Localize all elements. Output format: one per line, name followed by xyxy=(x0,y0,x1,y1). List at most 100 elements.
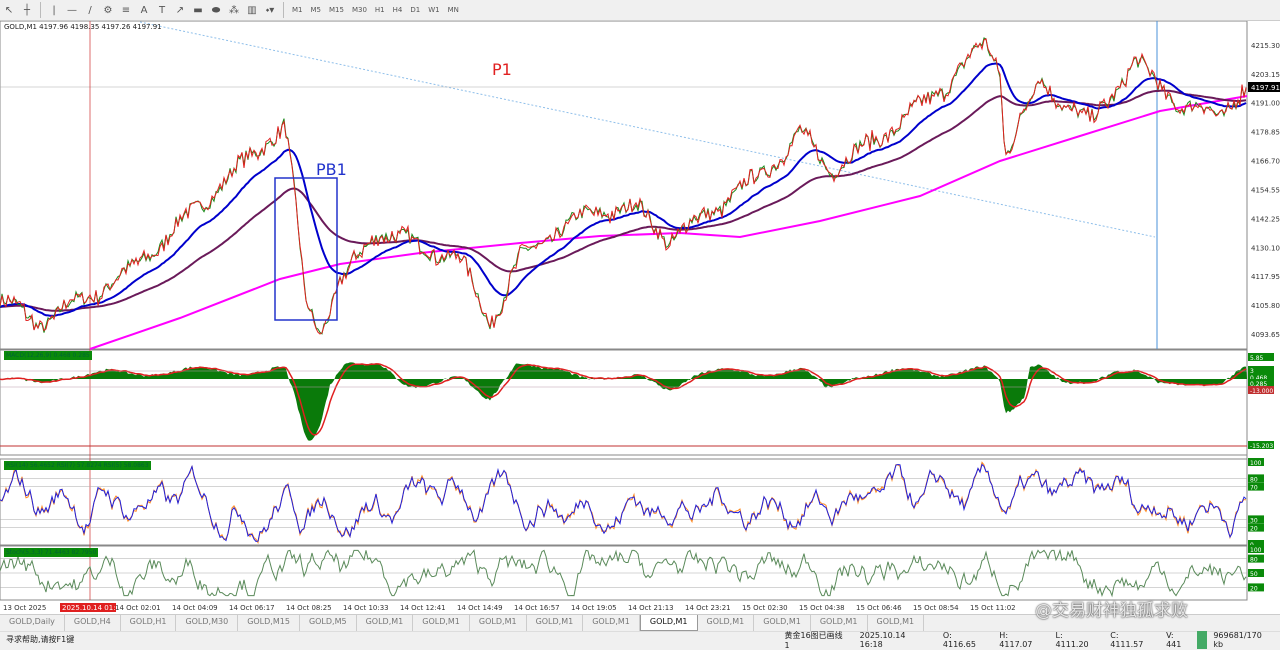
indicator-pane-border xyxy=(0,458,1248,546)
chart-area[interactable]: P1 PB1 4215.30 4203.15 4191.00 4178.85 4166.70… xyxy=(0,21,1280,614)
price-tick-label: 4191.00 xyxy=(1251,100,1280,108)
rsi-label: RSI(14) 56.4652 RSI(7) 57.8274 RSI(5) 58… xyxy=(4,461,151,470)
time-tick-label: 15 Oct 06:46 xyxy=(856,604,902,612)
price-line-red xyxy=(0,38,1247,335)
price-tick-label: 4093.65 xyxy=(1251,331,1280,339)
time-tick-label: 15 Oct 04:38 xyxy=(799,604,845,612)
main-pane-border xyxy=(0,21,1248,350)
chart-tab[interactable]: GOLD,M30 xyxy=(176,615,239,631)
timeframe-w1-button[interactable]: W1 xyxy=(424,6,443,14)
price-tick-label: 4117.95 xyxy=(1251,273,1280,281)
time-tick-label: 14 Oct 12:41 xyxy=(400,604,446,612)
status-bar: 寻求帮助,请按F1键 黄金16图已画线1 2025.10.14 16:18 O:… xyxy=(0,630,1280,650)
price-tick-label: 4105.80 xyxy=(1251,302,1280,310)
fibonacci-tool-icon[interactable]: ⚙ xyxy=(99,1,117,19)
macd-label: MACD(12,26,9) 0.468 0.285 xyxy=(4,351,92,360)
p1-label: P1 xyxy=(492,60,512,79)
vertical-line-tool-icon[interactable]: | xyxy=(45,1,63,19)
arrow-tool-icon[interactable]: ↗ xyxy=(171,1,189,19)
channel-tool-icon[interactable]: ≡ xyxy=(117,1,135,19)
ellipse-tool-icon[interactable]: ⬬ xyxy=(207,1,225,19)
trendline xyxy=(139,21,1156,238)
timeframe-m30-button[interactable]: M30 xyxy=(348,6,371,14)
time-tick-label: 15 Oct 02:30 xyxy=(742,604,788,612)
stoch-scale-label: 50 xyxy=(1250,571,1258,578)
cursor-tool-icon[interactable]: ↖ xyxy=(0,1,18,19)
timeframe-m1-button[interactable]: M1 xyxy=(288,6,307,14)
chart-header: GOLD,M1 4197.96 4198.35 4197.26 4197.91 xyxy=(4,23,162,31)
chart-tab[interactable]: GOLD,M1 xyxy=(527,615,584,631)
stoch-scale-label: 20 xyxy=(1250,585,1258,592)
toolbar: ↖ ┼ | — / ⚙ ≡ A T ↗ ▬ ⬬ ⁂ ▥ ⬩▾ M1 M5 M15 M30 H1 H4 D1 W1 MN xyxy=(0,0,1280,21)
status-close: C: 4111.57 xyxy=(1110,630,1144,649)
chart-tab[interactable]: GOLD,M5 xyxy=(300,615,357,631)
status-open: O: 4116.65 xyxy=(942,630,976,649)
status-volume: V: 441 xyxy=(1166,630,1182,649)
chart-tab[interactable]: GOLD,M1 xyxy=(470,615,527,631)
macd-histogram xyxy=(0,362,1247,441)
mid-moving-average xyxy=(0,89,1247,312)
timeframe-m5-button[interactable]: M5 xyxy=(307,6,326,14)
grid-tool-icon[interactable]: ⁂ xyxy=(225,1,243,19)
time-tick-label: 14 Oct 04:09 xyxy=(172,604,218,612)
time-tick-label: 14 Oct 21:13 xyxy=(628,604,674,612)
chart-tab[interactable]: GOLD,M15 xyxy=(238,615,300,631)
chart-tab[interactable]: GOLD,Daily xyxy=(0,615,65,631)
time-tick-label: 14 Oct 02:01 xyxy=(115,604,161,612)
timeframe-m15-button[interactable]: M15 xyxy=(325,6,348,14)
toolbar-separator xyxy=(283,2,284,18)
chart-tab[interactable]: GOLD,M1 xyxy=(639,615,698,631)
current-price-label: 4197.91 xyxy=(1251,84,1280,92)
macd-scale-label: -13.000 xyxy=(1250,388,1273,395)
price-tick-label: 4130.10 xyxy=(1251,244,1280,252)
trendline-tool-icon[interactable]: / xyxy=(81,1,99,19)
chart-canvas[interactable]: P1 PB1 4215.30 4203.15 4191.00 4178.85 4166.70… xyxy=(0,21,1280,614)
watermark: @交易财神独孤求败 xyxy=(1035,601,1188,621)
time-tick-label: 14 Oct 10:33 xyxy=(343,604,389,612)
pb1-label: PB1 xyxy=(316,160,347,179)
timeframe-mn-button[interactable]: MN xyxy=(444,6,463,14)
rsi-scale-label: 70 xyxy=(1250,485,1258,492)
stoch-scale-label: 80 xyxy=(1250,557,1258,564)
rsi-line-orange xyxy=(0,461,1247,545)
rsi-line-blue xyxy=(0,463,1247,543)
chart-tab[interactable]: GOLD,H1 xyxy=(121,615,177,631)
price-tick-label: 4178.85 xyxy=(1251,129,1280,137)
horizontal-line-tool-icon[interactable]: — xyxy=(63,1,81,19)
price-line-green xyxy=(0,37,1247,335)
rsi-scale-label: 80 xyxy=(1250,476,1258,483)
status-datetime: 2025.10.14 16:18 xyxy=(859,630,906,649)
chart-tab[interactable]: GOLD,M1 xyxy=(868,615,925,631)
rectangle-tool-icon[interactable]: ▬ xyxy=(189,1,207,19)
rsi-scale-label: 100 xyxy=(1250,460,1262,467)
toolbar-separator xyxy=(40,2,41,18)
columns-tool-icon[interactable]: ▥ xyxy=(243,1,261,19)
chart-tab[interactable]: GOLD,M1 xyxy=(698,615,755,631)
price-tick-label: 4142.25 xyxy=(1251,216,1280,224)
time-tick-label: 14 Oct 16:57 xyxy=(514,604,560,612)
macd-scale-label: -15.203 xyxy=(1250,443,1273,450)
chart-tab[interactable]: GOLD,M1 xyxy=(583,615,640,631)
timeframe-d1-button[interactable]: D1 xyxy=(406,6,424,14)
time-tick-label: 15 Oct 11:02 xyxy=(970,604,1016,612)
connection-traffic: 969681/170 kb xyxy=(1197,630,1280,649)
status-help: 寻求帮助,请按F1键 xyxy=(6,635,75,644)
time-tick-label: 14 Oct 19:05 xyxy=(571,604,617,612)
text-label-tool-icon[interactable]: T xyxy=(153,1,171,19)
chart-tab[interactable]: GOLD,M1 xyxy=(413,615,470,631)
crosshair-tool-icon[interactable]: ┼ xyxy=(18,1,36,19)
indicator-pane-border xyxy=(0,349,1248,456)
status-low: L: 4111.20 xyxy=(1055,630,1089,649)
macd-scale-label: 5.85 xyxy=(1250,355,1264,362)
price-tick-label: 4166.70 xyxy=(1251,157,1280,165)
stoch-scale-label: 100 xyxy=(1250,547,1262,554)
chart-tab[interactable]: GOLD,M1 xyxy=(357,615,414,631)
timeframe-h1-button[interactable]: H1 xyxy=(371,6,389,14)
rsi-scale-label: 20 xyxy=(1250,526,1258,533)
chart-tab[interactable]: GOLD,H4 xyxy=(65,615,121,631)
timeframe-h4-button[interactable]: H4 xyxy=(389,6,407,14)
price-tick-label: 4215.30 xyxy=(1251,42,1280,50)
text-tool-icon[interactable]: A xyxy=(135,1,153,19)
shapes-tool-icon[interactable]: ⬩▾ xyxy=(261,1,279,19)
time-tick-label: 13 Oct 2025 xyxy=(3,604,46,612)
